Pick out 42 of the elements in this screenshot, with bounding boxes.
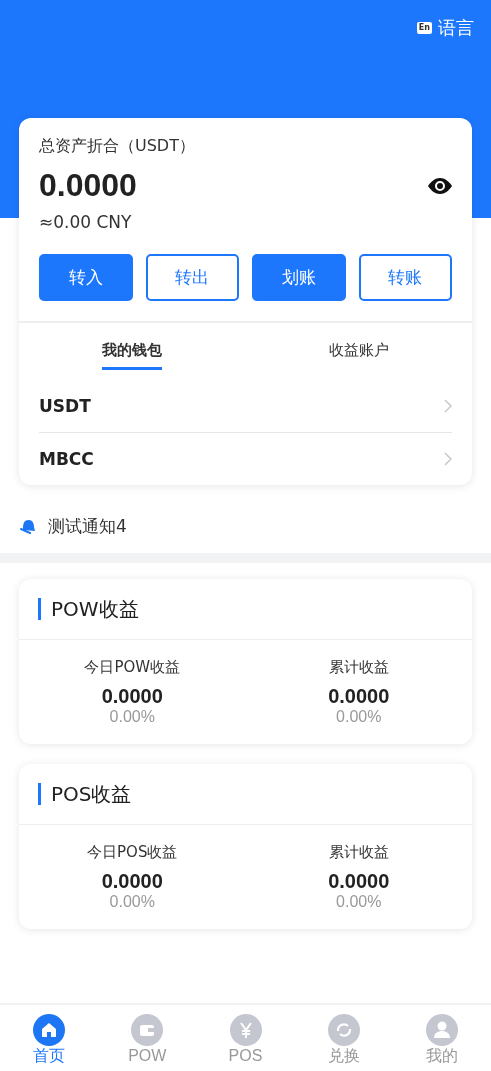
stat-percent: 0.00% (109, 708, 155, 726)
wallet-name[interactable]: MBCC (39, 449, 94, 469)
nav-label[interactable]: POS (228, 1046, 263, 1066)
stat-value: 0.0000 (328, 685, 390, 708)
user-icon[interactable] (425, 1014, 458, 1046)
stat-value: 0.0000 (328, 870, 390, 893)
tab[interactable]: 收益账户 (328, 341, 389, 370)
action-button[interactable]: 划账 (252, 254, 346, 301)
eye-icon[interactable] (428, 177, 452, 194)
language-icon[interactable]: En (416, 22, 432, 34)
stat-percent: 0.00% (336, 708, 382, 726)
refresh-icon[interactable] (327, 1014, 360, 1046)
stat-percent: 0.00% (109, 893, 155, 911)
stat-percent: 0.00% (336, 893, 382, 911)
wallet-icon[interactable] (131, 1014, 164, 1046)
earnings-title: POS收益 (38, 783, 132, 805)
tab[interactable]: 我的钱包 (102, 341, 163, 370)
earnings-title: POW收益 (38, 598, 139, 620)
stat-label: 今日POW收益 (84, 658, 181, 677)
stat-label: 累计收益 (328, 843, 389, 862)
action-button[interactable]: 转账 (358, 254, 452, 301)
nav-label[interactable]: POW (128, 1046, 167, 1066)
chevron-icon (444, 399, 452, 413)
yen-icon[interactable] (229, 1014, 262, 1046)
notice-text[interactable]: 测试通知4 (48, 514, 127, 538)
language-link[interactable]: 语言 (438, 16, 474, 40)
action-button[interactable]: 转出 (145, 254, 239, 301)
asset-label: 总资产折合（USDT） (39, 136, 196, 157)
nav-label[interactable]: 兑换 (327, 1046, 360, 1066)
cny-amount: ≈0.00 CNY (39, 212, 133, 232)
asset-amount: 0.0000 (39, 167, 137, 204)
bell-icon (20, 518, 36, 534)
stat-value: 0.0000 (101, 685, 163, 708)
home-icon[interactable] (33, 1014, 66, 1046)
chevron-icon (444, 452, 452, 466)
nav-label[interactable]: 首页 (33, 1046, 66, 1066)
action-button[interactable]: 转入 (39, 254, 133, 301)
nav-label[interactable]: 我的 (425, 1046, 458, 1066)
stat-label: 今日POS收益 (87, 843, 178, 862)
stat-value: 0.0000 (101, 870, 163, 893)
stat-label: 累计收益 (328, 658, 389, 677)
wallet-name[interactable]: USDT (39, 396, 91, 416)
